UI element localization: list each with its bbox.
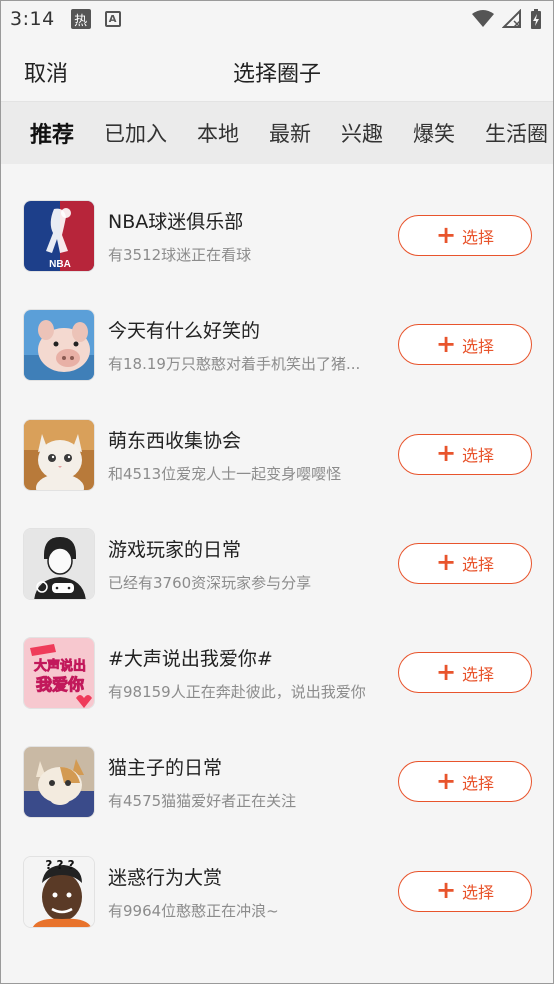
circle-name: 萌东西收集协会 xyxy=(108,429,242,452)
select-button[interactable]: + 选择 xyxy=(398,652,532,694)
tab-interest[interactable]: 兴趣 xyxy=(341,118,383,148)
battery-charging-icon xyxy=(531,9,541,29)
circle-name: 猫主子的日常 xyxy=(108,757,223,780)
tab-life[interactable]: 生活圈 xyxy=(485,118,548,148)
status-time: 3:14 xyxy=(10,8,55,30)
cat-avatar xyxy=(23,746,95,819)
plus-icon: + xyxy=(435,220,457,249)
circle-description: 有18.19万只憨憨对着手机笑出了猪... xyxy=(108,355,361,374)
select-button-label: 选择 xyxy=(462,227,495,247)
plus-icon: + xyxy=(435,766,457,795)
select-button-label: 选择 xyxy=(462,446,495,466)
circle-name: 迷惑行为大赏 xyxy=(108,866,223,889)
select-button[interactable]: + 选择 xyxy=(398,433,532,475)
select-button[interactable]: + 选择 xyxy=(398,324,532,366)
tab-label: 推荐 xyxy=(30,123,75,148)
circle-description: 有4575猫猫爱好者正在关注 xyxy=(108,792,297,811)
list-item[interactable]: 大声说出 我爱你 #大声说出我爱你# 有98159人正在奔赴彼此，说出我爱你 +… xyxy=(0,601,554,710)
gamer-avatar xyxy=(23,527,95,600)
plus-icon: + xyxy=(435,657,457,686)
header: 取消 选择圈子 xyxy=(0,38,554,101)
nba-logo-avatar: NBA xyxy=(23,200,95,272)
list-item[interactable]: 萌东西收集协会 和4513位爱宠人士一起变身嘤嘤怪 + 选择 xyxy=(0,383,554,492)
select-button-label: 选择 xyxy=(462,773,495,793)
status-icons xyxy=(472,8,542,30)
love-poster-avatar: 大声说出 我爱你 xyxy=(23,637,95,710)
a-notification-icon: A xyxy=(104,11,121,27)
tab-latest[interactable]: 最新 xyxy=(269,118,311,148)
tab-local[interactable]: 本地 xyxy=(197,118,239,148)
tab-joined[interactable]: 已加入 xyxy=(104,118,167,148)
avatar-text: NBA xyxy=(49,259,71,270)
tab-recommended[interactable]: 推荐 xyxy=(30,117,74,149)
plus-icon: + xyxy=(435,548,457,577)
plus-icon: + xyxy=(435,876,457,905)
circle-description: 有9964位憨憨正在冲浪~ xyxy=(108,901,279,920)
select-button[interactable]: + 选择 xyxy=(398,542,532,584)
tab-label: 兴趣 xyxy=(341,122,384,146)
select-button-label: 选择 xyxy=(462,336,495,356)
circle-name: #大声说出我爱你# xyxy=(108,648,273,671)
circle-description: 已经有3760资深玩家参与分享 xyxy=(108,573,312,592)
select-button[interactable]: + 选择 xyxy=(398,761,532,803)
select-button[interactable]: + 选择 xyxy=(398,215,532,256)
list-item[interactable]: 猫主子的日常 有4575猫猫爱好者正在关注 + 选择 xyxy=(0,710,554,819)
select-button-label: 选择 xyxy=(462,664,495,684)
avatar-text: 我爱你 xyxy=(36,675,84,694)
avatar-text: 大声说出 xyxy=(34,658,86,674)
confused-man-avatar: ? ? ? xyxy=(23,855,95,928)
page-title: 选择圈子 xyxy=(232,62,321,87)
plus-icon: + xyxy=(435,329,457,358)
category-tabs: 推荐 已加入 本地 最新 兴趣 爆笑 生活圈 xyxy=(0,101,554,164)
avatar-text: ? ? ? xyxy=(45,858,74,872)
cell-signal-icon xyxy=(502,9,521,28)
tab-label: 最新 xyxy=(269,122,312,146)
list-item[interactable]: 游戏玩家的日常 已经有3760资深玩家参与分享 + 选择 xyxy=(0,492,554,601)
circle-list: NBA NBA球迷俱乐部 有3512球迷正在看球 + 选择 今天有什么好笑的 有… xyxy=(0,164,554,929)
hot-notification-icon: 热 xyxy=(70,9,91,29)
pig-avatar xyxy=(23,309,95,382)
list-item[interactable]: NBA NBA球迷俱乐部 有3512球迷正在看球 + 选择 xyxy=(0,164,554,273)
tab-label: 已加入 xyxy=(104,122,168,146)
circle-name: NBA球迷俱乐部 xyxy=(108,211,244,233)
kitten-avatar xyxy=(23,418,95,491)
tab-label: 生活圈 xyxy=(485,122,549,146)
wifi-icon xyxy=(472,10,494,27)
circle-description: 有98159人正在奔赴彼此，说出我爱你 xyxy=(108,683,366,702)
plus-icon: + xyxy=(435,439,457,468)
select-button-label: 选择 xyxy=(462,555,495,575)
circle-description: 和4513位爱宠人士一起变身嘤嘤怪 xyxy=(108,464,342,483)
status-bar: 3:14 热 A xyxy=(0,0,554,38)
select-button-label: 选择 xyxy=(462,883,495,903)
list-item[interactable]: 今天有什么好笑的 有18.19万只憨憨对着手机笑出了猪... + 选择 xyxy=(0,273,554,382)
tab-label: 爆笑 xyxy=(413,122,456,146)
circle-name: 游戏玩家的日常 xyxy=(108,538,242,561)
tab-label: 本地 xyxy=(197,122,240,146)
list-item[interactable]: ? ? ? 迷惑行为大赏 有9964位憨憨正在冲浪~ + 选择 xyxy=(0,820,554,929)
circle-description: 有3512球迷正在看球 xyxy=(108,246,252,264)
tab-funny[interactable]: 爆笑 xyxy=(413,118,455,148)
circle-name: 今天有什么好笑的 xyxy=(108,320,261,343)
select-button[interactable]: + 选择 xyxy=(398,870,532,912)
